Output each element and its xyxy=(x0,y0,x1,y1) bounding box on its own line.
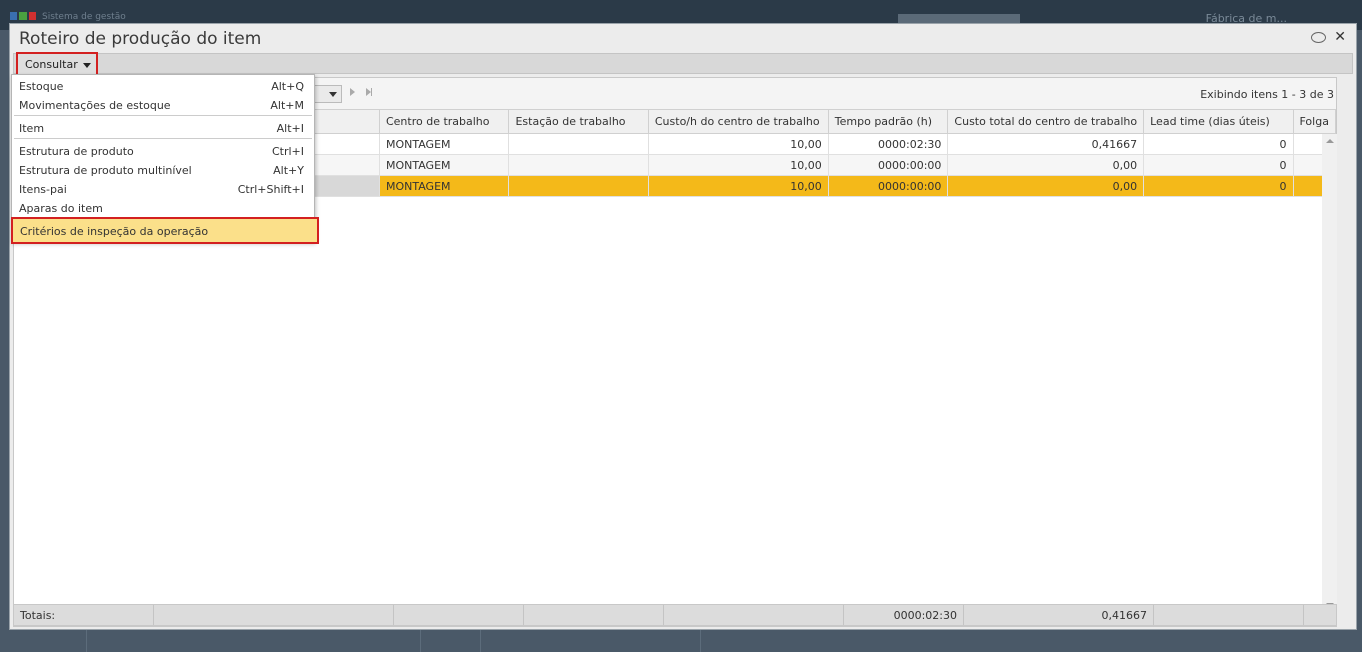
app-bottom-strip xyxy=(0,628,1362,652)
page-size-select[interactable] xyxy=(314,85,342,103)
pager-info: Exibindo itens 1 - 3 de 3 xyxy=(1200,88,1334,101)
totals-label: Totais: xyxy=(14,605,154,625)
caret-down-icon xyxy=(329,92,337,97)
menu-item-item[interactable]: Item Alt+I xyxy=(12,119,314,137)
speech-bubble-icon[interactable] xyxy=(1311,31,1327,43)
menu-item-estoque[interactable]: Estoque Alt+Q xyxy=(12,77,314,95)
scroll-up-icon[interactable] xyxy=(1326,139,1334,143)
column-header[interactable]: Lead time (dias úteis) xyxy=(1143,109,1294,134)
column-header[interactable]: Tempo padrão (h) xyxy=(827,109,949,134)
menu-separator xyxy=(14,115,312,116)
totals-custo-total: 0,41667 xyxy=(964,605,1154,625)
close-icon[interactable]: ✕ xyxy=(1334,30,1346,44)
cell-centro: MONTAGEM xyxy=(378,133,510,155)
cell-tempo: 0000:00:00 xyxy=(827,154,949,176)
menu-item-movimentacoes[interactable]: Movimentações de estoque Alt+M xyxy=(12,96,314,114)
caret-down-icon xyxy=(82,62,91,68)
last-page-icon[interactable] xyxy=(366,88,374,97)
cell-tempo: 0000:02:30 xyxy=(827,133,949,155)
column-header[interactable]: Centro de trabalho xyxy=(378,109,510,134)
cell-estacao xyxy=(508,175,649,197)
column-header[interactable]: Custo/h do centro de trabalho xyxy=(647,109,829,134)
dialog-title: Roteiro de produção do item xyxy=(19,29,262,49)
cell-lead-time: 0 xyxy=(1143,175,1294,197)
cell-custo-h: 10,00 xyxy=(647,133,829,155)
menu-item-itens-pai[interactable]: Itens-pai Ctrl+Shift+I xyxy=(12,180,314,198)
cell-centro: MONTAGEM xyxy=(378,154,510,176)
menu-item-estrutura-multinivel[interactable]: Estrutura de produto multinível Alt+Y xyxy=(12,161,314,179)
cell-lead-time: 0 xyxy=(1143,133,1294,155)
cell-custo-total: 0,00 xyxy=(947,175,1145,197)
totals-tempo: 0000:02:30 xyxy=(844,605,964,625)
cell-estacao xyxy=(508,154,649,176)
consultar-label: Consultar xyxy=(25,58,78,71)
app-logo xyxy=(10,12,36,20)
cell-estacao xyxy=(508,133,649,155)
vertical-scrollbar[interactable] xyxy=(1322,134,1337,612)
consultar-menu-button[interactable]: Consultar xyxy=(16,52,98,76)
menu-separator xyxy=(14,138,312,139)
column-header[interactable]: Custo total do centro de trabalho xyxy=(947,109,1145,134)
cell-custo-h: 10,00 xyxy=(647,154,829,176)
menu-item-estrutura[interactable]: Estrutura de produto Ctrl+I xyxy=(12,142,314,160)
cell-custo-total: 0,00 xyxy=(947,154,1145,176)
menu-item-criterios-inspecao[interactable]: Critérios de inspeção da operação xyxy=(11,217,319,244)
totals-row: Totais: 0000:02:30 0,41667 xyxy=(13,604,1337,626)
next-page-icon[interactable] xyxy=(350,88,355,96)
dialog-header-icons: ✕ xyxy=(1311,30,1346,44)
dialog-toolbar: Consultar xyxy=(13,52,1353,76)
cell-centro: MONTAGEM xyxy=(378,175,510,197)
column-header[interactable]: Folga xyxy=(1292,109,1336,134)
column-header[interactable]: Estação de trabalho xyxy=(508,109,649,134)
cell-lead-time: 0 xyxy=(1143,154,1294,176)
consultar-menu: Estoque Alt+Q Movimentações de estoque Alt… xyxy=(11,74,319,244)
cell-tempo: 0000:00:00 xyxy=(827,175,949,197)
app-system-label: Sistema de gestão xyxy=(42,12,126,22)
cell-custo-total: 0,41667 xyxy=(947,133,1145,155)
cell-custo-h: 10,00 xyxy=(647,175,829,197)
menu-item-aparas[interactable]: Aparas do item xyxy=(12,199,314,217)
